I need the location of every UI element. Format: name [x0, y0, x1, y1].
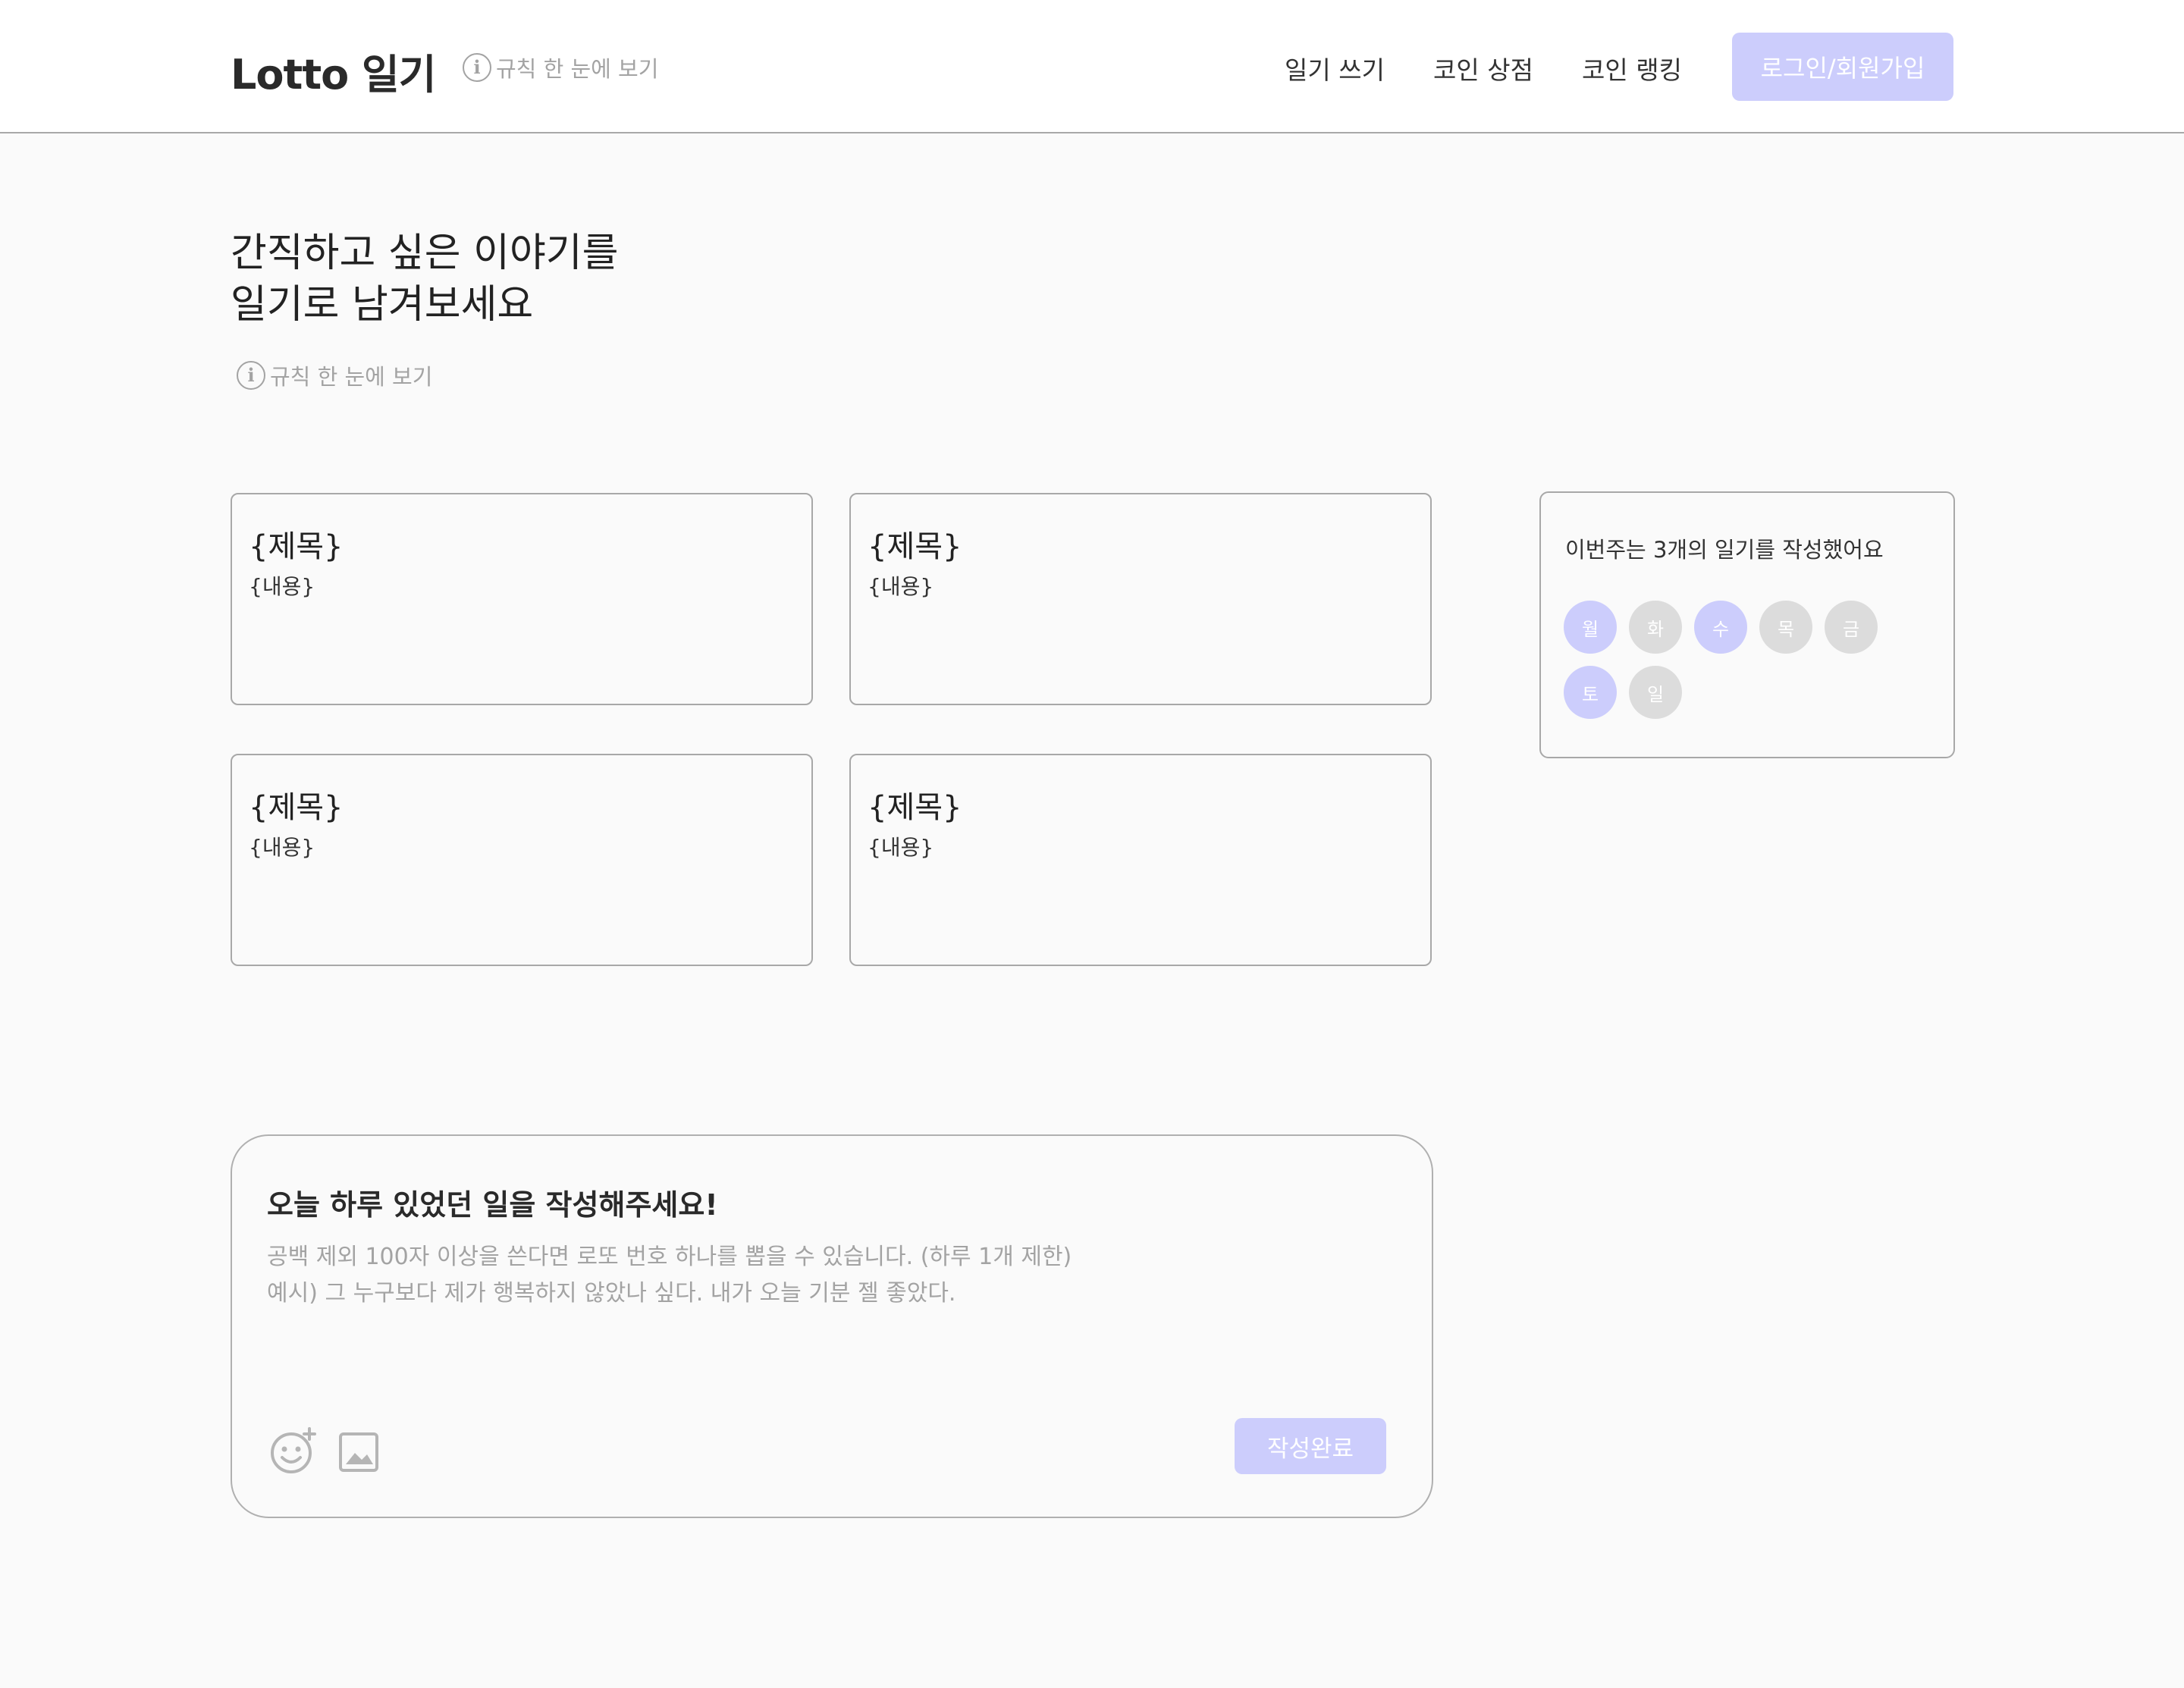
diary-card-content: {내용}	[249, 835, 315, 860]
day-circle-thu: 목	[1759, 601, 1812, 654]
day-circle-tue: 화	[1629, 601, 1682, 654]
image-icon[interactable]	[338, 1432, 379, 1473]
rules-link-label: 규칙 한 눈에 보기	[496, 56, 659, 82]
submit-button[interactable]: 작성완료	[1235, 1418, 1386, 1474]
rules-link-label: 규칙 한 눈에 보기	[270, 364, 433, 390]
diary-text-input[interactable]	[267, 1239, 1389, 1391]
top-header: Lotto 일기 i 규칙 한 눈에 보기 일기 쓰기 코인 상점 코인 랭킹 …	[0, 0, 2184, 133]
day-circle-sun: 일	[1629, 666, 1682, 719]
nav-coin-shop[interactable]: 코인 상점	[1433, 50, 1533, 86]
login-signup-button[interactable]: 로그인/회원가입	[1732, 33, 1953, 101]
day-circle-sat: 토	[1564, 666, 1617, 719]
diary-card-content: {내용}	[868, 835, 934, 860]
rules-link-hero[interactable]: i 규칙 한 눈에 보기	[237, 359, 432, 391]
diary-card-content: {내용}	[249, 574, 315, 599]
compose-heading: 오늘 하루 있었던 일을 작성해주세요!	[267, 1188, 718, 1222]
diary-card[interactable]: {제목} {내용}	[849, 493, 1432, 705]
day-circle-wed: 수	[1694, 601, 1747, 654]
info-icon: i	[237, 361, 265, 390]
diary-card[interactable]: {제목} {내용}	[231, 754, 813, 966]
diary-card-content: {내용}	[868, 574, 934, 599]
diary-card-title: {제목}	[249, 529, 344, 564]
nav-write-diary[interactable]: 일기 쓰기	[1285, 50, 1385, 86]
day-circle-fri: 금	[1825, 601, 1878, 654]
info-icon: i	[463, 53, 491, 82]
weekly-progress-text: 이번주는 3개의 일기를 작성했어요	[1565, 537, 1884, 563]
weekly-progress-panel: 이번주는 3개의 일기를 작성했어요 월 화 수 목 금 토 일	[1539, 491, 1955, 758]
diary-card-title: {제목}	[249, 790, 344, 825]
emoji-add-icon[interactable]	[270, 1427, 317, 1474]
diary-card[interactable]: {제목} {내용}	[849, 754, 1432, 966]
diary-card[interactable]: {제목} {내용}	[231, 493, 813, 705]
diary-card-title: {제목}	[868, 790, 962, 825]
page-title: 간직하고 싶은 이야기를 일기로 남겨보세요	[231, 227, 618, 331]
diary-compose-box: 오늘 하루 있었던 일을 작성해주세요! 작성완료	[231, 1134, 1433, 1518]
logo[interactable]: Lotto 일기	[231, 41, 436, 101]
day-circle-mon: 월	[1564, 601, 1617, 654]
nav-coin-ranking[interactable]: 코인 랭킹	[1582, 50, 1682, 86]
rules-link-header[interactable]: i 규칙 한 눈에 보기	[463, 52, 658, 83]
page-title-line-2: 일기로 남겨보세요	[231, 282, 534, 328]
diary-card-title: {제목}	[868, 529, 962, 564]
page-title-line-1: 간직하고 싶은 이야기를	[231, 231, 619, 276]
